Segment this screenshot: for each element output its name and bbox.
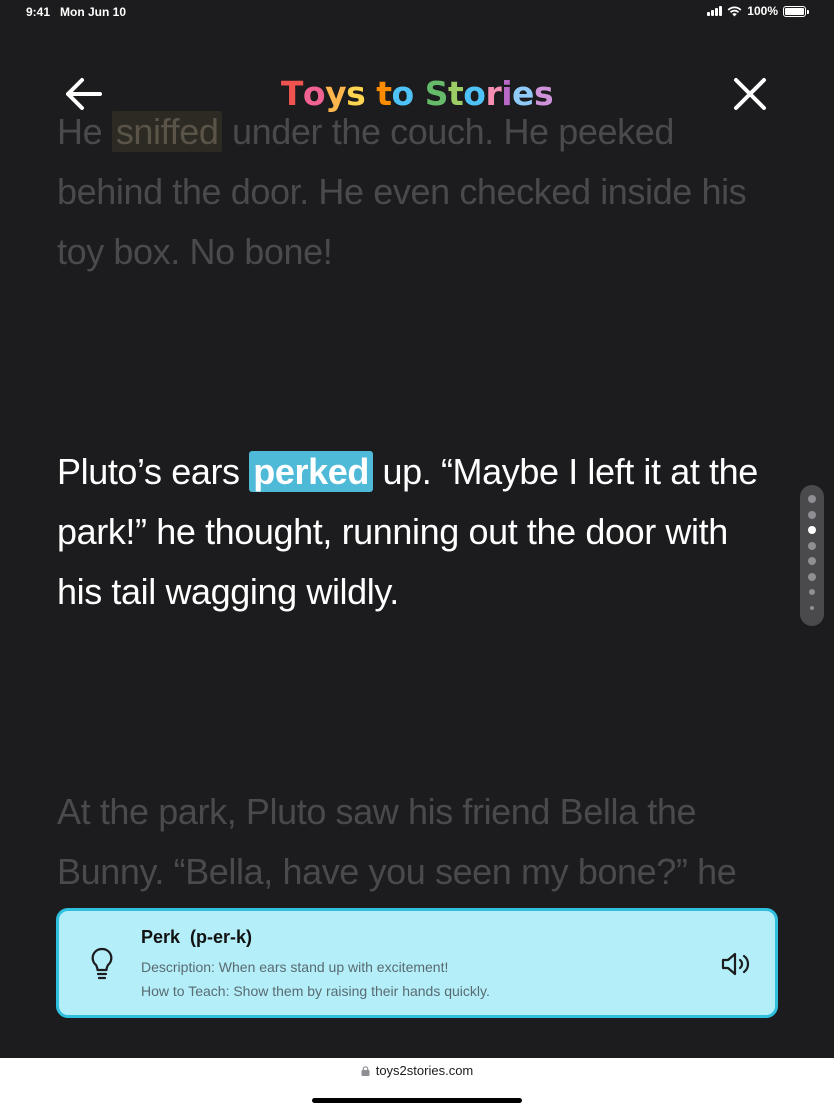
paragraph-text: Pluto’s ears (57, 451, 250, 492)
logo-letter: o (391, 74, 415, 113)
logo-letter: r (485, 74, 502, 113)
page-dot[interactable] (808, 495, 816, 503)
app-logo: Toys to Stories (0, 74, 834, 113)
page-dot[interactable] (808, 526, 816, 534)
logo-letter: y (325, 74, 347, 113)
logo-letter (414, 74, 425, 113)
logo-letter: s (346, 74, 366, 113)
page-scroll-indicator[interactable] (800, 485, 824, 626)
logo-letter: e (512, 74, 534, 113)
story-text: He sniffed under the couch. He peeked be… (0, 0, 834, 1058)
logo-letter: t (376, 74, 392, 113)
pronounce-button[interactable] (719, 949, 753, 979)
app-header: Toys to Stories (0, 60, 834, 130)
home-indicator[interactable] (312, 1098, 522, 1103)
speaker-icon (721, 952, 750, 976)
logo-letter: i (501, 74, 513, 113)
lightbulb-icon (91, 947, 113, 980)
url-display[interactable]: toys2stories.com (0, 1063, 834, 1078)
logo-letter: T (280, 74, 304, 113)
vocab-how-to-teach: How to Teach: Show them by raising their… (141, 983, 490, 999)
vocabulary-card: Perk (p-er-k) Description: When ears stan… (56, 908, 778, 1018)
lock-icon (361, 1066, 370, 1076)
page-dot[interactable] (808, 572, 816, 581)
browser-address-bar: toys2stories.com (0, 1058, 834, 1112)
vocab-phonetic: (p-er-k) (190, 927, 253, 947)
logo-letter (365, 74, 376, 113)
vocab-description: Description: When ears stand up with exc… (141, 959, 449, 975)
close-icon (734, 78, 766, 110)
page-dot[interactable] (808, 557, 816, 565)
logo-letter: o (302, 74, 326, 113)
page-dot[interactable] (808, 541, 816, 550)
logo-letter: S (424, 74, 449, 113)
vocab-word-title: Perk (p-er-k) (141, 927, 252, 948)
page-dot[interactable] (810, 605, 814, 610)
logo-letter: o (463, 74, 486, 113)
vocab-word-highlight[interactable]: perked (249, 451, 373, 492)
url-text: toys2stories.com (375, 1063, 474, 1078)
logo-letter: t (448, 74, 464, 113)
story-paragraph-current: Pluto’s ears perked up. “Maybe I left it… (57, 442, 777, 622)
page-dot[interactable] (808, 510, 816, 519)
close-button[interactable] (728, 72, 772, 116)
page-dot[interactable] (809, 589, 815, 595)
vocab-word: Perk (141, 927, 181, 947)
logo-letter: s (533, 74, 554, 113)
